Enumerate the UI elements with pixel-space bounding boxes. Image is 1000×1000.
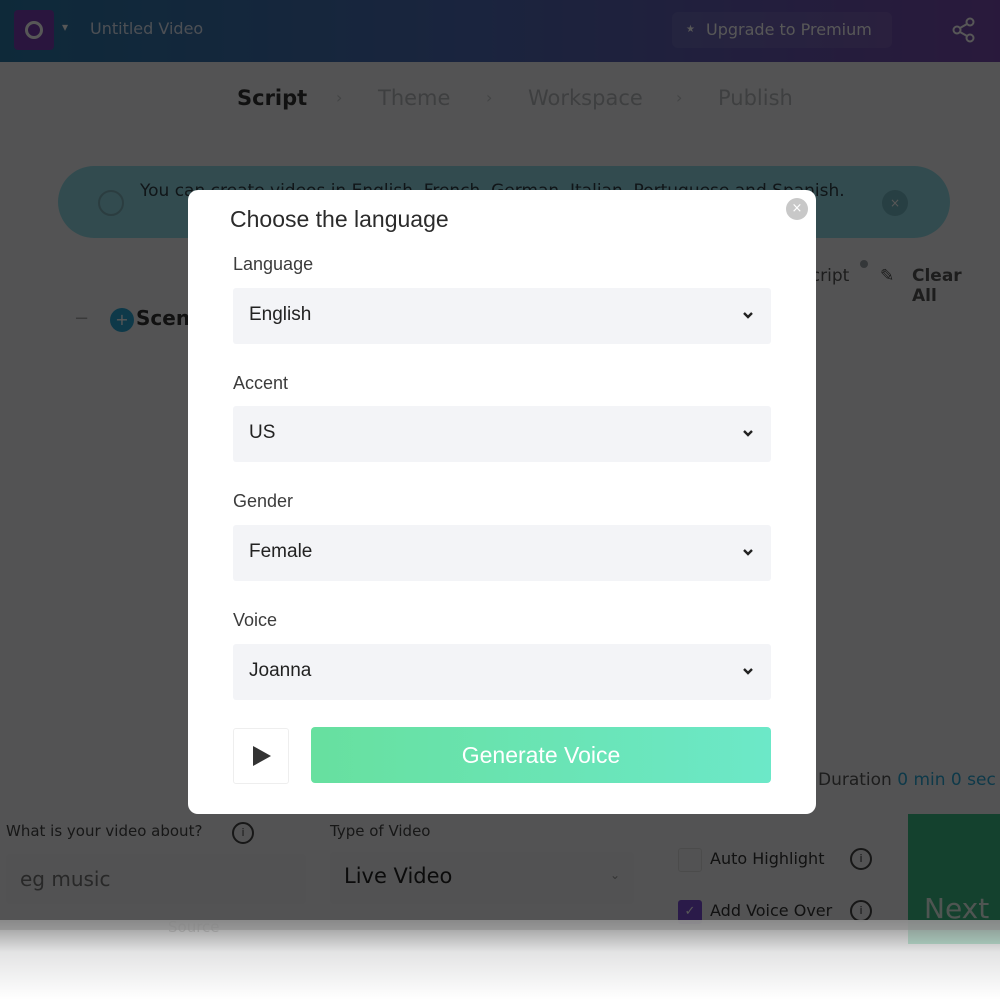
language-label: Language (233, 254, 314, 274)
language-dialog: × Choose the language Language English A… (188, 190, 816, 814)
gender-select[interactable]: Female (233, 525, 771, 581)
dialog-title: Choose the language (230, 206, 449, 232)
accent-label: Accent (233, 373, 289, 393)
gender-label: Gender (233, 491, 294, 511)
generate-voice-button[interactable]: Generate Voice (311, 727, 771, 783)
preview-voice-button[interactable] (233, 728, 289, 784)
voice-select[interactable]: Joanna (233, 644, 771, 700)
accent-select[interactable]: US (233, 406, 771, 462)
play-icon (253, 746, 271, 766)
gender-value: Female (249, 541, 313, 562)
chevron-down-icon (743, 430, 753, 437)
chevron-down-icon (743, 668, 753, 675)
chevron-down-icon (743, 312, 753, 319)
chevron-down-icon (743, 549, 753, 556)
bottom-fade (0, 920, 1000, 1000)
voice-value: Joanna (249, 660, 312, 681)
close-dialog-button[interactable]: × (786, 198, 808, 220)
voice-label: Voice (233, 610, 278, 630)
language-select[interactable]: English (233, 288, 771, 344)
accent-value: US (249, 422, 276, 443)
language-value: English (249, 304, 312, 325)
